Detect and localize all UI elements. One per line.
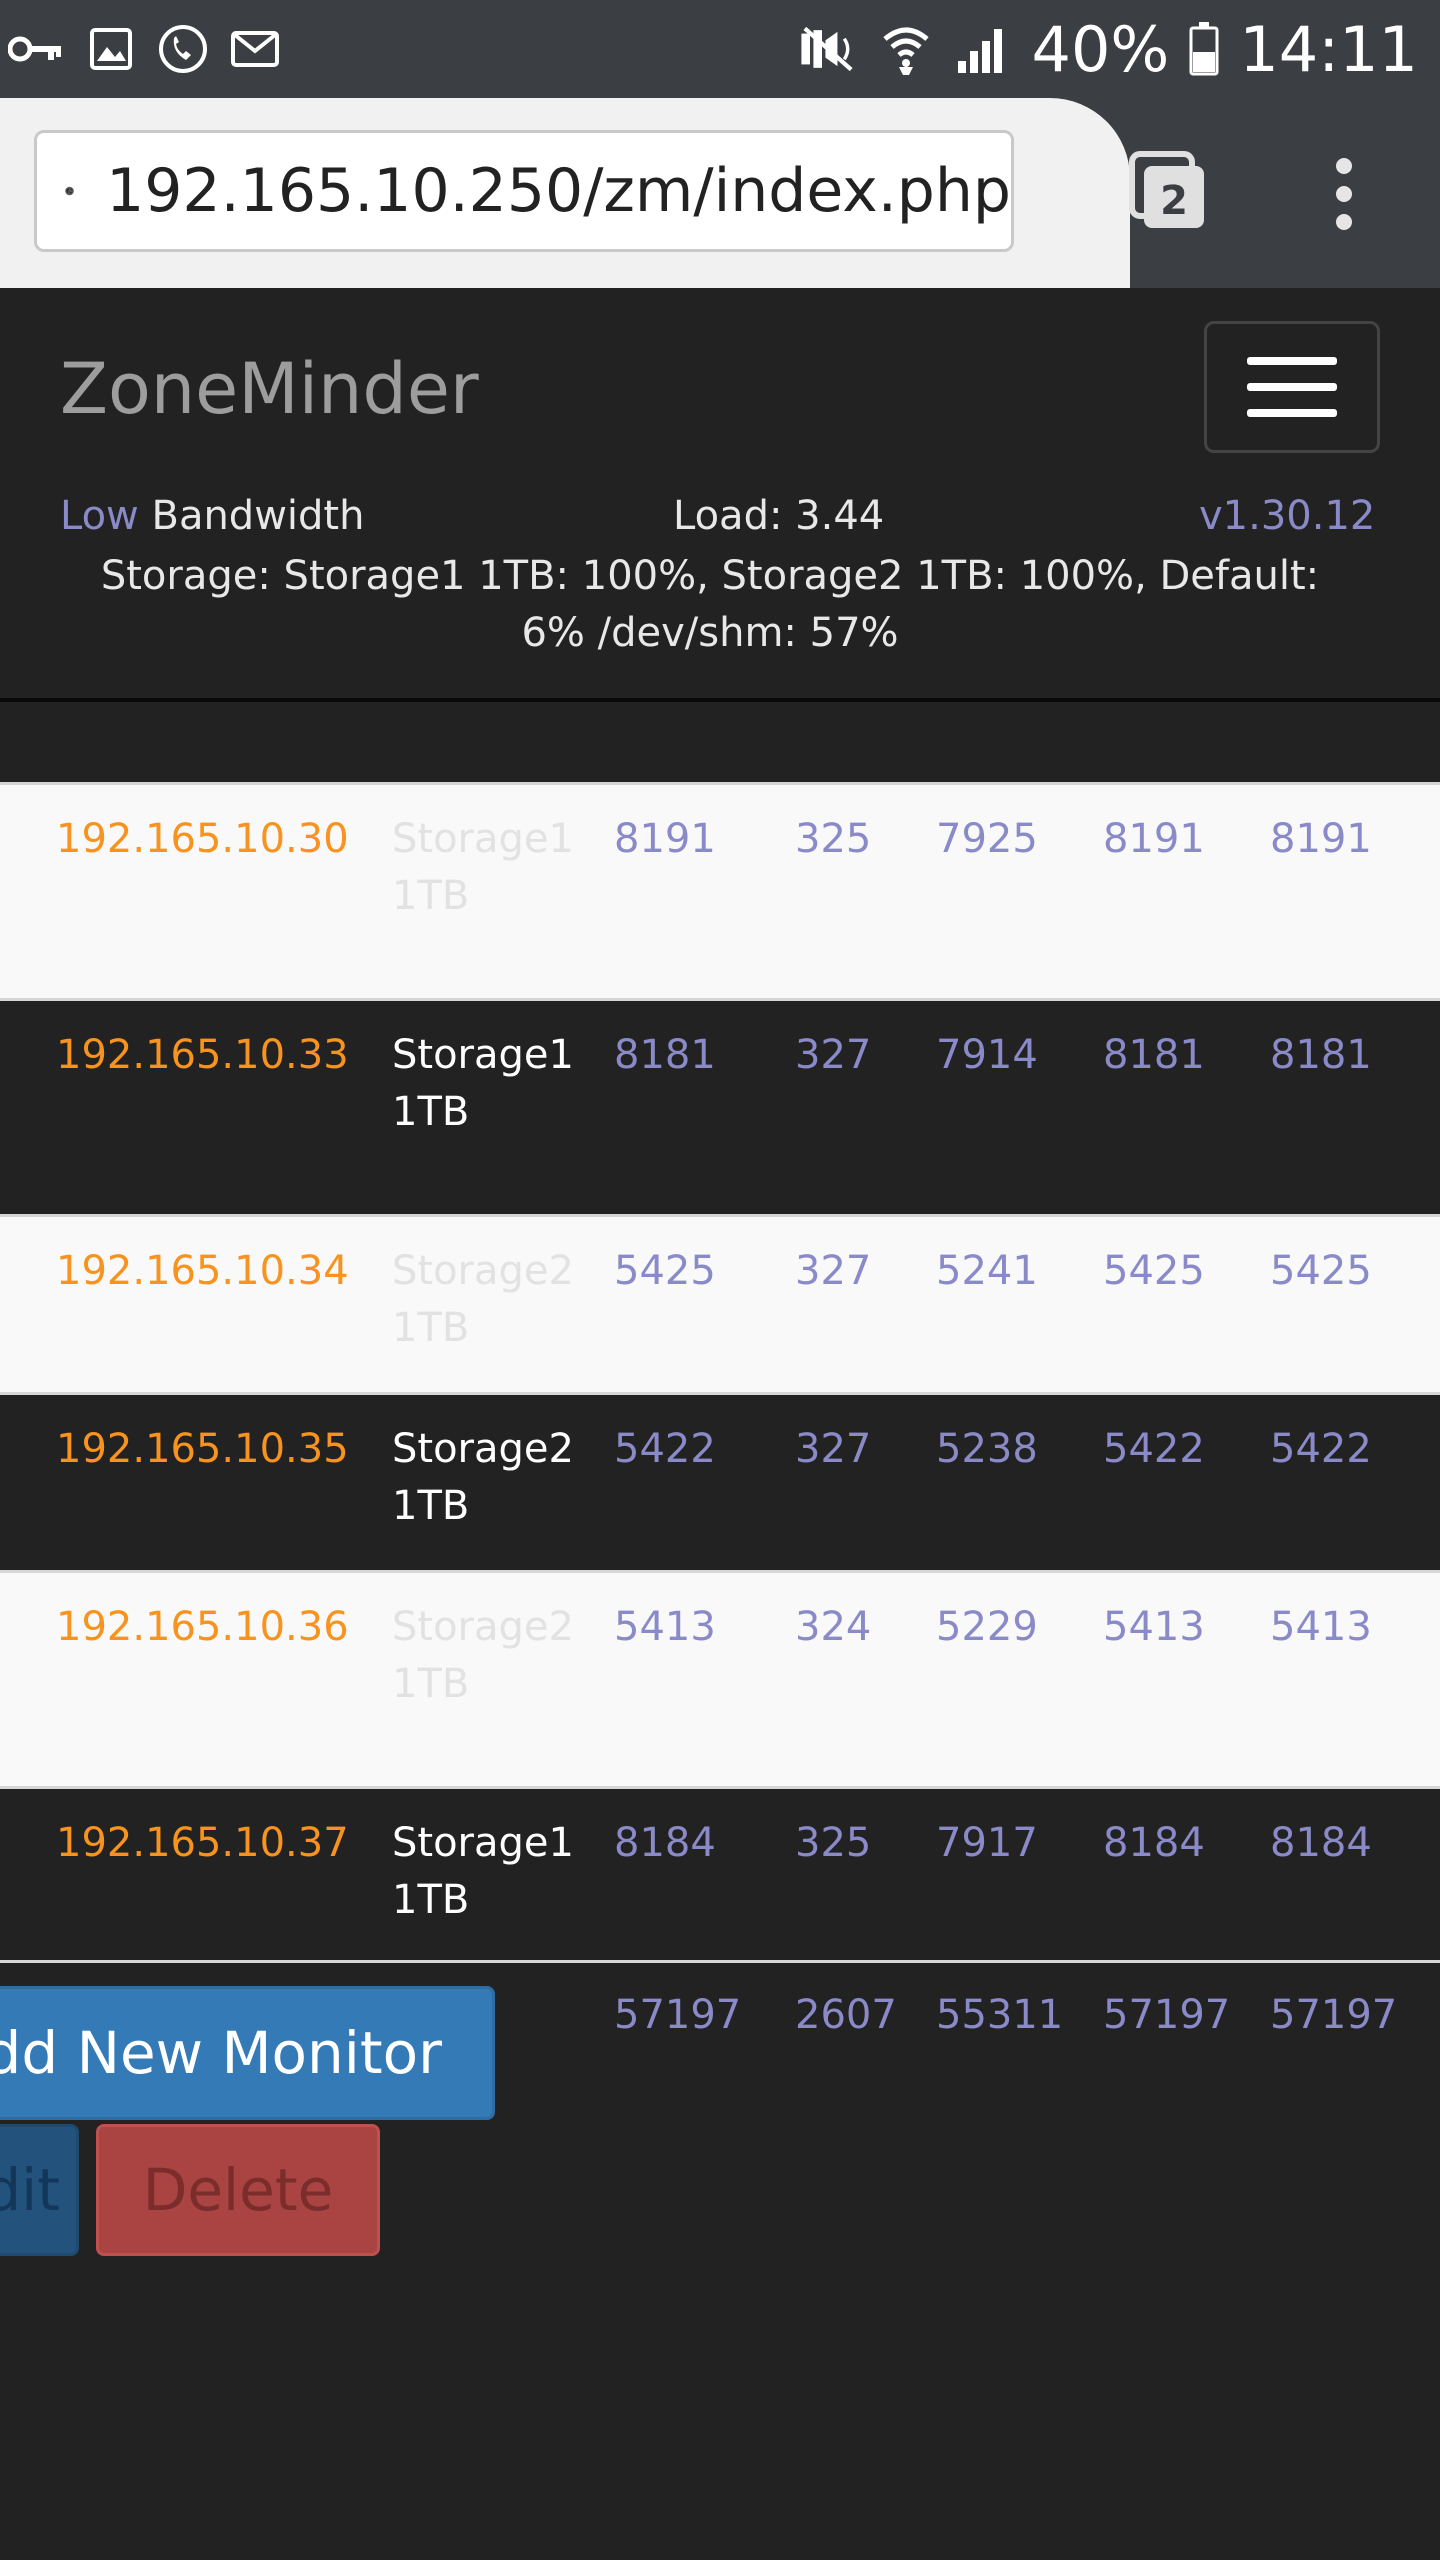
add-new-monitor-button[interactable]: Add New Monitor <box>0 1986 495 2120</box>
monitor-name-link[interactable]: 192.165.10.34 <box>56 1243 349 1300</box>
count-cell[interactable]: 327 <box>795 1027 871 1084</box>
count-cell[interactable]: 325 <box>795 811 871 868</box>
browser-menu-icon[interactable] <box>1322 158 1366 230</box>
status-bar: 40% 14:11 <box>0 0 1440 98</box>
total-cell: 55311 <box>936 1992 1064 2038</box>
url-text: 192.165.10.250/zm/index.php <box>106 156 1011 226</box>
battery-icon <box>1187 21 1221 77</box>
count-cell[interactable]: 5241 <box>936 1243 1038 1300</box>
total-cell: 57197 <box>614 1992 742 2038</box>
count-cell[interactable]: 5422 <box>614 1421 716 1478</box>
storage-cell: Storage2 1TB <box>392 1604 574 1707</box>
count-cell[interactable]: 5229 <box>936 1599 1038 1656</box>
total-cell: 2607 <box>795 1992 897 2038</box>
monitor-name-link[interactable]: 192.165.10.37 <box>56 1815 349 1872</box>
load-info: Load: 3.44 <box>673 493 885 539</box>
bandwidth-label: Bandwidth <box>151 493 365 539</box>
count-cell[interactable]: 8181 <box>1103 1027 1205 1084</box>
count-cell[interactable]: 325 <box>795 1815 871 1872</box>
count-cell[interactable]: 8191 <box>1270 811 1372 868</box>
count-cell[interactable]: 8184 <box>1270 1815 1372 1872</box>
count-cell[interactable]: 7917 <box>936 1815 1038 1872</box>
zm-navbar: ZoneMinder Low Bandwidth Load: 3.44 v1.3… <box>0 288 1440 700</box>
tab-switcher-button[interactable]: 2 <box>1128 150 1208 232</box>
menu-toggle-button[interactable] <box>1204 321 1380 453</box>
call-icon <box>156 24 210 74</box>
edit-button[interactable]: Edit <box>0 2124 79 2256</box>
count-cell[interactable]: 8191 <box>1103 811 1205 868</box>
count-cell[interactable]: 7914 <box>936 1027 1038 1084</box>
mute-icon <box>798 21 858 77</box>
brand-title[interactable]: ZoneMinder <box>60 348 479 430</box>
address-bar[interactable]: 192.165.10.250/zm/index.php <box>34 130 1014 252</box>
table-row: 192.165.10.30 Storage1 1TB 8191 325 7925… <box>0 782 1440 998</box>
globe-icon <box>65 186 74 196</box>
battery-percent: 40% <box>1031 12 1170 86</box>
tab-count: 2 <box>1160 178 1188 224</box>
table-row: 192.165.10.35 Storage2 1TB 5422 327 5238… <box>0 1392 1440 1570</box>
count-cell[interactable]: 5413 <box>1270 1599 1372 1656</box>
count-cell[interactable]: 8184 <box>1103 1815 1205 1872</box>
clock: 14:11 <box>1239 12 1418 86</box>
bandwidth-info: Low Bandwidth <box>60 493 364 539</box>
storage-cell: Storage2 1TB <box>392 1248 574 1351</box>
count-cell[interactable]: 8181 <box>1270 1027 1372 1084</box>
count-cell[interactable]: 327 <box>795 1243 871 1300</box>
count-cell[interactable]: 5422 <box>1270 1421 1372 1478</box>
mail-icon <box>228 24 282 74</box>
total-cell: 57197 <box>1103 1992 1231 2038</box>
storage-cell: Storage1 1TB <box>392 816 574 919</box>
total-cell: 57197 <box>1270 1992 1398 2038</box>
count-cell[interactable]: 5238 <box>936 1421 1038 1478</box>
table-row: 192.165.10.33 Storage1 1TB 8181 327 7914… <box>0 998 1440 1214</box>
count-cell[interactable]: 5422 <box>1103 1421 1205 1478</box>
wifi-icon <box>876 21 936 77</box>
signal-icon <box>954 21 1014 77</box>
count-cell[interactable]: 327 <box>795 1421 871 1478</box>
version-link[interactable]: v1.30.12 <box>1199 493 1375 539</box>
storage-cell: Storage1 1TB <box>392 1032 574 1135</box>
storage-info: Storage: Storage1 1TB: 100%, Storage2 1T… <box>40 548 1380 662</box>
storage-cell: Storage1 1TB <box>392 1820 574 1923</box>
monitor-name-link[interactable]: 192.165.10.35 <box>56 1421 349 1478</box>
monitor-name-link[interactable]: 192.165.10.30 <box>56 811 349 868</box>
count-cell[interactable]: 5413 <box>614 1599 716 1656</box>
count-cell[interactable]: 5413 <box>1103 1599 1205 1656</box>
image-icon <box>84 24 138 74</box>
count-cell[interactable]: 5425 <box>1103 1243 1205 1300</box>
storage-cell: Storage2 1TB <box>392 1426 574 1529</box>
count-cell[interactable]: 7925 <box>936 811 1038 868</box>
monitor-name-link[interactable]: 192.165.10.36 <box>56 1599 349 1656</box>
table-row: 192.165.10.36 Storage2 1TB 5413 324 5229… <box>0 1570 1440 1786</box>
bandwidth-low-link[interactable]: Low <box>60 493 139 539</box>
count-cell[interactable]: 8191 <box>614 811 716 868</box>
table-row: 192.165.10.37 Storage1 1TB 8184 325 7917… <box>0 1786 1440 1960</box>
table-header-spacer <box>0 702 1440 782</box>
count-cell[interactable]: 324 <box>795 1599 871 1656</box>
monitor-name-link[interactable]: 192.165.10.33 <box>56 1027 349 1084</box>
storage-line-1: Storage: Storage1 1TB: 100%, Storage2 1T… <box>100 553 1320 599</box>
count-cell[interactable]: 5425 <box>1270 1243 1372 1300</box>
count-cell[interactable]: 5425 <box>614 1243 716 1300</box>
storage-line-2: 6% /dev/shm: 57% <box>521 610 899 656</box>
count-cell[interactable]: 8181 <box>614 1027 716 1084</box>
key-icon <box>8 24 62 74</box>
count-cell[interactable]: 8184 <box>614 1815 716 1872</box>
table-row: 192.165.10.34 Storage2 1TB 5425 327 5241… <box>0 1214 1440 1392</box>
delete-button[interactable]: Delete <box>96 2124 380 2256</box>
browser-toolbar: 192.165.10.250/zm/index.php 2 <box>0 98 1440 288</box>
